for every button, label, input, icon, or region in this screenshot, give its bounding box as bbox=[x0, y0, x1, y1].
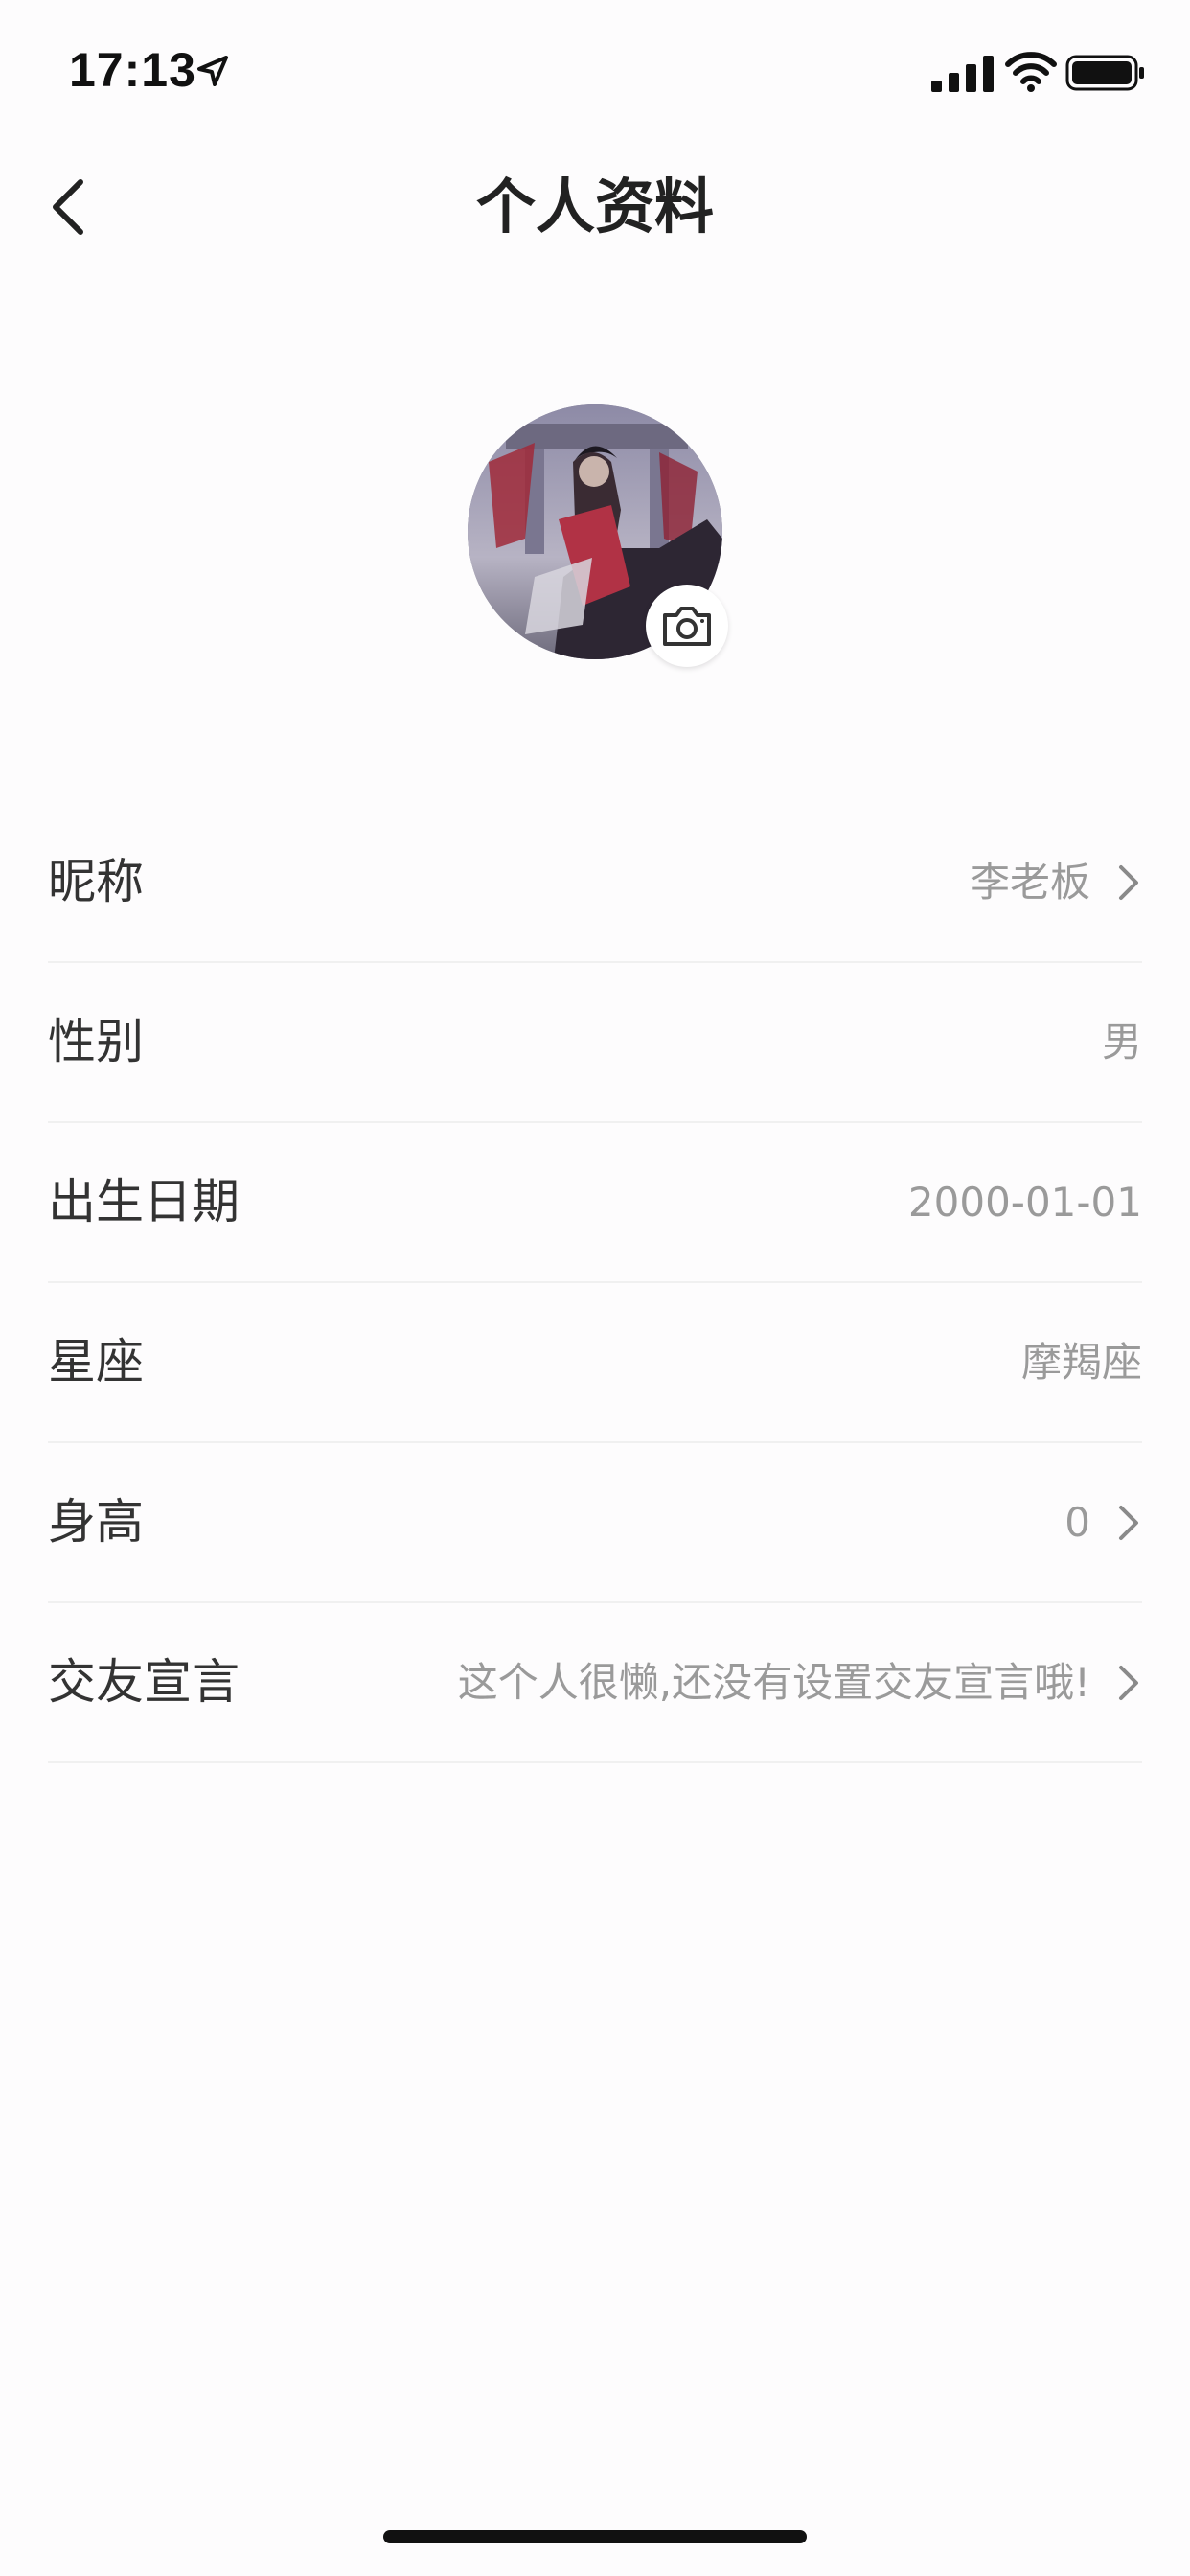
chevron-right-icon bbox=[1119, 1666, 1138, 1700]
row-value: 2000-01-01 bbox=[907, 1179, 1142, 1226]
cellular-signal-icon bbox=[931, 56, 994, 92]
status-bar: 17:13 bbox=[0, 0, 1190, 144]
chevron-right-icon bbox=[1119, 1506, 1138, 1540]
profile-screen: 17:13 个人资料 昵称 李老板 性别 男 出生日期 2000-01-01 星… bbox=[0, 0, 1190, 2576]
row-label: 性别 bbox=[48, 1014, 144, 1070]
profile-info-list: 昵称 李老板 性别 男 出生日期 2000-01-01 星座 摩羯座 身高 0 … bbox=[48, 803, 1142, 1763]
row-label: 昵称 bbox=[48, 854, 144, 909]
row-birthdate[interactable]: 出生日期 2000-01-01 bbox=[48, 1123, 1142, 1283]
row-value: 李老板 bbox=[969, 859, 1090, 906]
chevron-right-icon bbox=[1119, 865, 1138, 900]
page-title: 个人资料 bbox=[475, 172, 714, 242]
camera-icon bbox=[663, 607, 711, 646]
home-indicator[interactable] bbox=[383, 2530, 807, 2543]
back-button[interactable] bbox=[38, 172, 105, 242]
row-label: 出生日期 bbox=[48, 1174, 240, 1230]
status-time: 17:13 bbox=[69, 43, 196, 97]
row-nickname[interactable]: 昵称 李老板 bbox=[48, 803, 1142, 963]
row-label: 身高 bbox=[48, 1494, 144, 1550]
camera-button[interactable] bbox=[646, 585, 728, 667]
row-value: 男 bbox=[1101, 1019, 1142, 1066]
row-zodiac[interactable]: 星座 摩羯座 bbox=[48, 1283, 1142, 1443]
row-height[interactable]: 身高 0 bbox=[48, 1443, 1142, 1603]
row-gender[interactable]: 性别 男 bbox=[48, 963, 1142, 1123]
row-label: 交友宣言 bbox=[48, 1654, 240, 1710]
chevron-left-icon bbox=[53, 179, 83, 235]
location-arrow-icon bbox=[197, 56, 228, 86]
row-label: 星座 bbox=[48, 1334, 144, 1390]
wifi-icon bbox=[1005, 52, 1057, 92]
row-value: 摩羯座 bbox=[1020, 1339, 1142, 1386]
avatar-container bbox=[468, 404, 728, 667]
battery-icon bbox=[1065, 55, 1144, 91]
row-dating-declaration[interactable]: 交友宣言 这个人很懒,还没有设置交友宣言哦! bbox=[48, 1603, 1142, 1763]
row-value: 这个人很懒,还没有设置交友宣言哦! bbox=[457, 1659, 1090, 1706]
nav-bar: 个人资料 bbox=[0, 144, 1190, 268]
row-value: 0 bbox=[1064, 1499, 1090, 1546]
